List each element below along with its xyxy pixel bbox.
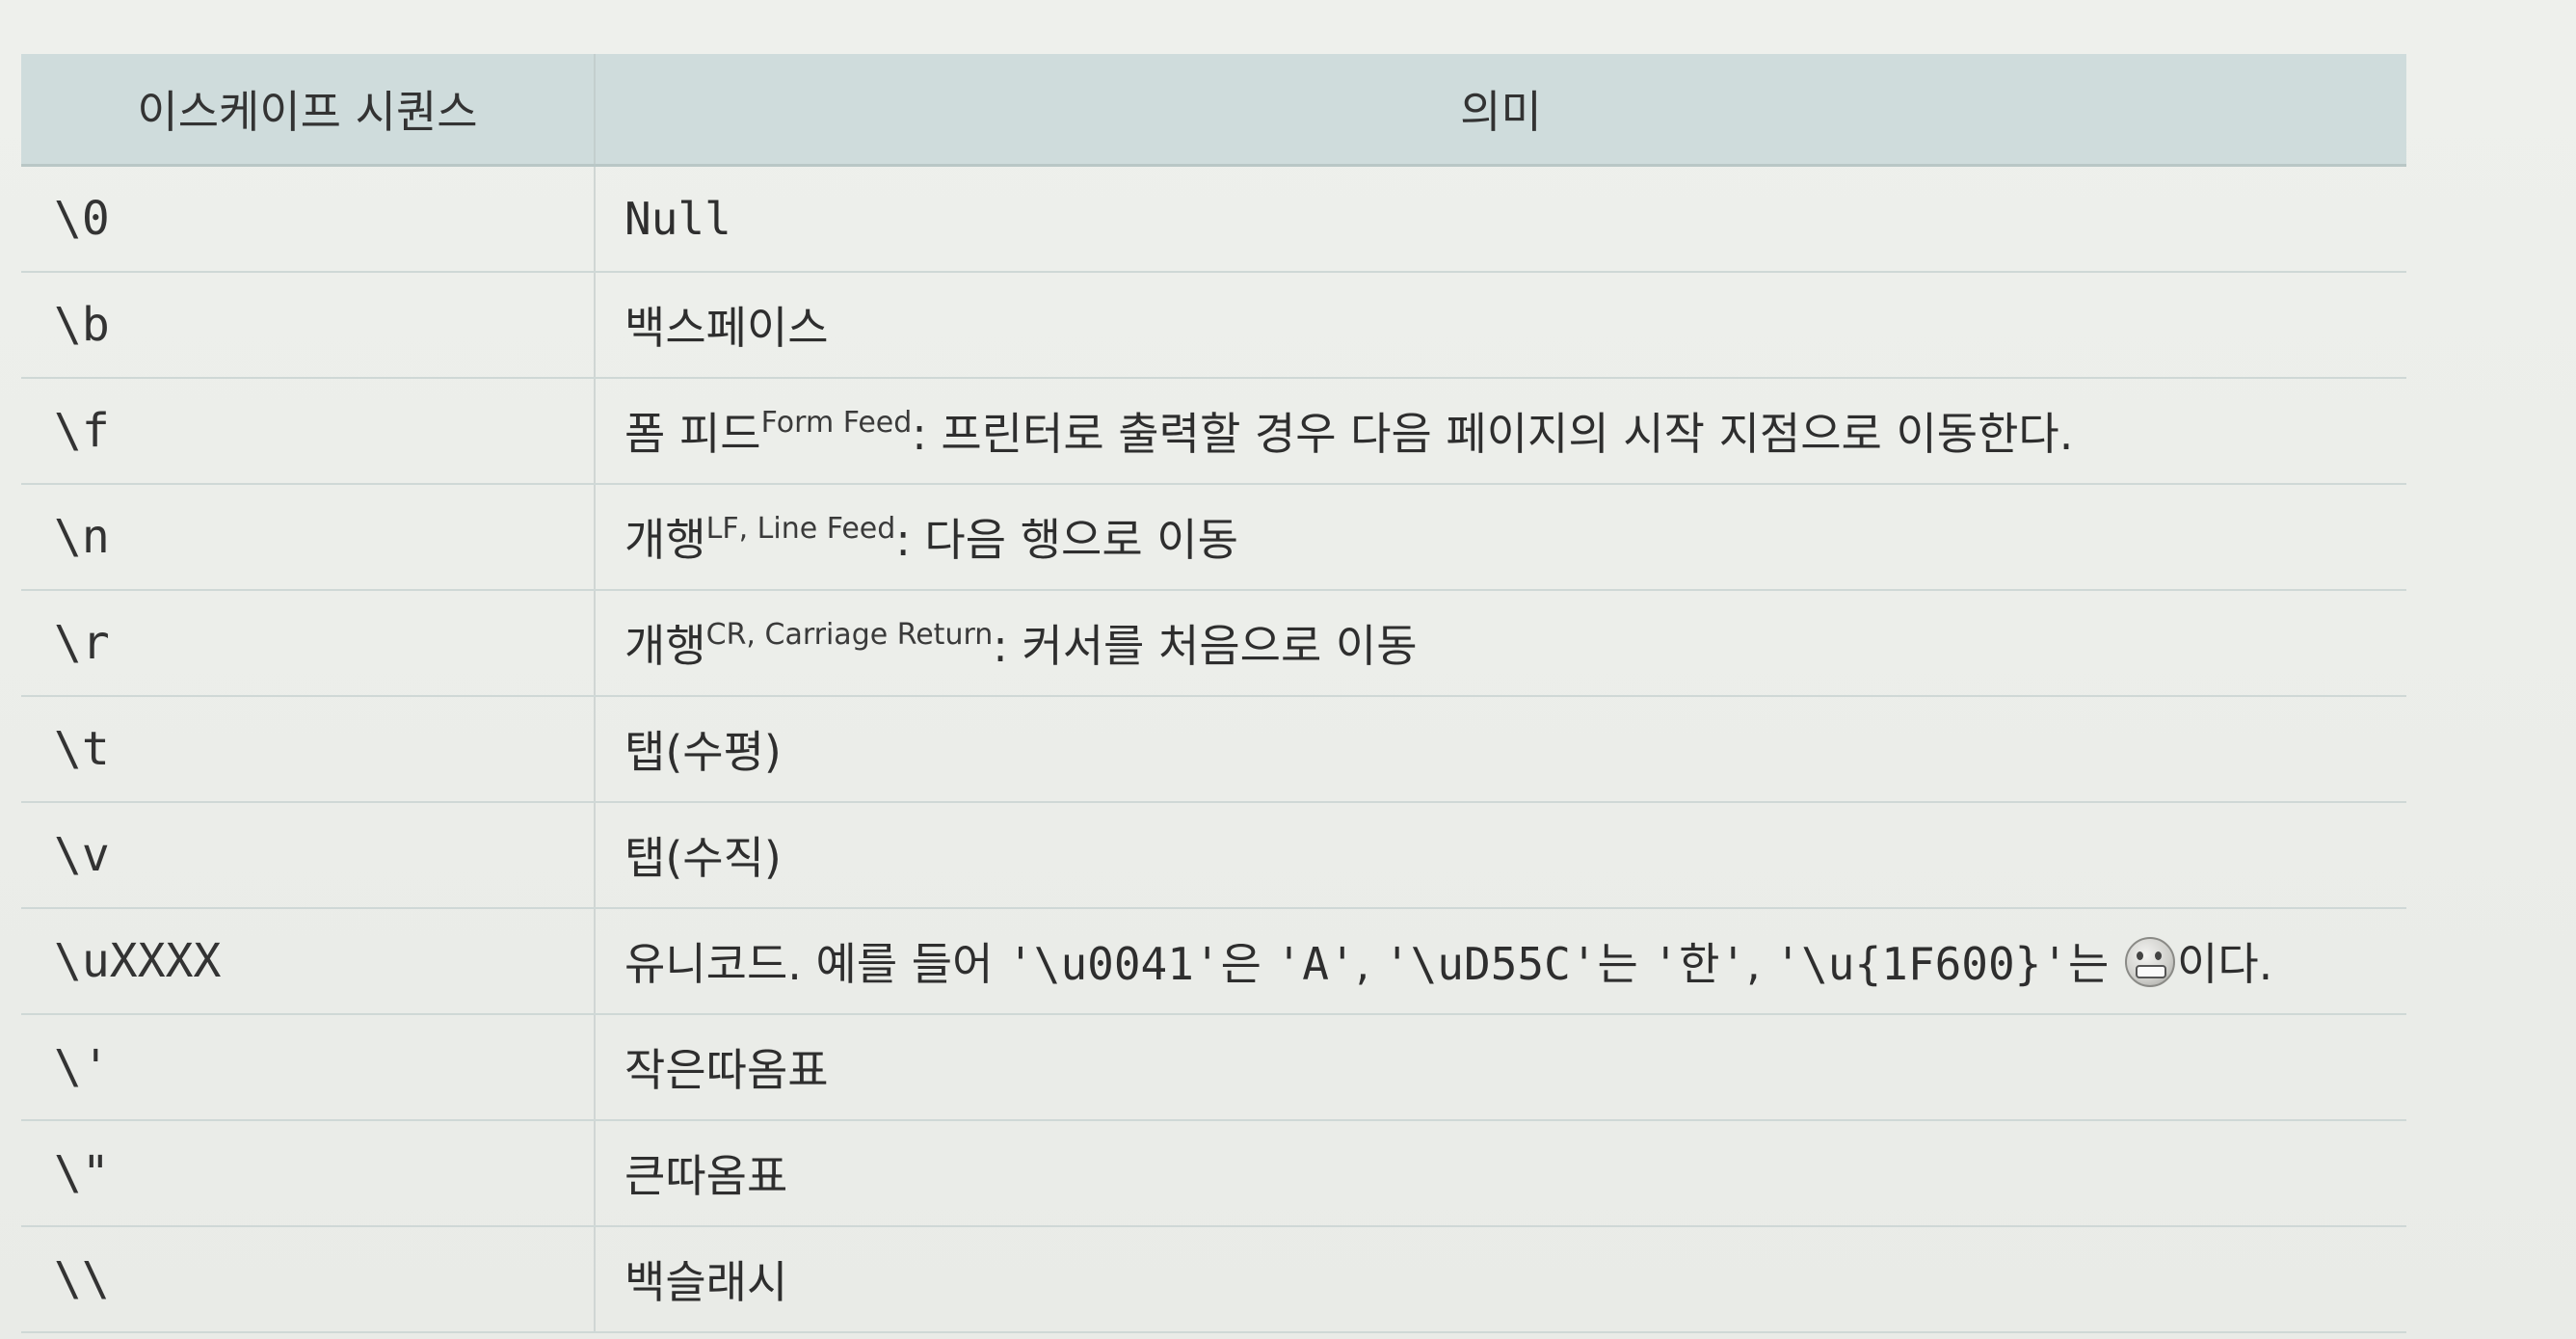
- grinning-face-emoji-icon: [2125, 937, 2175, 987]
- table-row: \uXXXX 유니코드. 예를 들어 '\u0041'은 'A', '\uD55…: [21, 908, 2406, 1015]
- table-row: \0 Null: [21, 165, 2406, 273]
- table-row: \v 탭(수직): [21, 802, 2406, 909]
- english-term-note: LF, Line Feed: [705, 512, 896, 546]
- meaning-text: ,: [1355, 938, 1384, 990]
- escape-sequence-cell: \n: [21, 484, 596, 591]
- table-row: \b 백스페이스: [21, 272, 2406, 379]
- meaning-text: 유니코드. 예를 들어: [624, 938, 1008, 990]
- meaning-text: ,: [1746, 938, 1775, 990]
- escape-sequence-cell: \\: [21, 1226, 596, 1333]
- escape-sequence-table: 이스케이프 시퀀스 의미 \0 Null \b 백스페이스 \f 폼 피드For…: [21, 54, 2406, 1333]
- table-row: \f 폼 피드Form Feed: 프린터로 출력할 경우 다음 페이지의 시작…: [21, 378, 2406, 485]
- meaning-cell: 큰따옴표: [595, 1120, 2406, 1227]
- code-literal: '\u0041': [1007, 938, 1221, 990]
- code-literal: 'A': [1275, 938, 1356, 990]
- meaning-cell: 폼 피드Form Feed: 프린터로 출력할 경우 다음 페이지의 시작 지점…: [595, 378, 2406, 485]
- escape-sequence-cell: \r: [21, 590, 596, 697]
- table-row: \' 작은따옴표: [21, 1014, 2406, 1121]
- escape-sequence-cell: \": [21, 1120, 596, 1227]
- escape-sequence-cell: \f: [21, 378, 596, 485]
- meaning-text: 는: [2068, 938, 2123, 990]
- table-header-row: 이스케이프 시퀀스 의미: [21, 54, 2406, 167]
- english-term-note: CR, Carriage Return: [705, 618, 994, 652]
- meaning-text: : 다음 행으로 이동: [895, 514, 1238, 566]
- escape-sequence-cell: \': [21, 1014, 596, 1121]
- meaning-cell: 탭(수직): [595, 802, 2406, 909]
- english-term-note: Form Feed: [760, 406, 913, 440]
- escape-sequence-cell: \uXXXX: [21, 908, 596, 1015]
- meaning-cell: 유니코드. 예를 들어 '\u0041'은 'A', '\uD55C'는 '한'…: [595, 908, 2406, 1015]
- code-literal: '\uD55C': [1383, 938, 1598, 990]
- table-row: \t 탭(수평): [21, 696, 2406, 803]
- meaning-text: : 프린터로 출력할 경우 다음 페이지의 시작 지점으로 이동한다.: [912, 408, 2074, 460]
- header-escape-sequence: 이스케이프 시퀀스: [21, 54, 596, 167]
- escape-sequence-cell: \t: [21, 696, 596, 803]
- meaning-text: 는: [1597, 938, 1653, 990]
- page-background: 이스케이프 시퀀스 의미 \0 Null \b 백스페이스 \f 폼 피드For…: [0, 0, 2576, 1339]
- code-literal: '\u{1F600}': [1774, 938, 2069, 990]
- table-row: \r 개행CR, Carriage Return: 커서를 처음으로 이동: [21, 590, 2406, 697]
- meaning-text: : 커서를 처음으로 이동: [993, 620, 1418, 672]
- meaning-cell: 개행CR, Carriage Return: 커서를 처음으로 이동: [595, 590, 2406, 697]
- meaning-text: 폼 피드: [624, 408, 761, 460]
- meaning-text: 은: [1220, 938, 1276, 990]
- meaning-cell: 작은따옴표: [595, 1014, 2406, 1121]
- meaning-cell: 탭(수평): [595, 696, 2406, 803]
- escape-sequence-cell: \b: [21, 272, 596, 379]
- code-literal: '한': [1652, 938, 1747, 990]
- table-row: \n 개행LF, Line Feed: 다음 행으로 이동: [21, 484, 2406, 591]
- escape-sequence-cell: \0: [21, 165, 596, 273]
- meaning-cell: 백스페이스: [595, 272, 2406, 379]
- meaning-text: 개행: [624, 620, 706, 672]
- table-row: \" 큰따옴표: [21, 1120, 2406, 1227]
- meaning-text: 개행: [624, 514, 706, 566]
- table-row: \\ 백슬래시: [21, 1226, 2406, 1333]
- escape-sequence-cell: \v: [21, 802, 596, 909]
- meaning-cell: 개행LF, Line Feed: 다음 행으로 이동: [595, 484, 2406, 591]
- meaning-cell: 백슬래시: [595, 1226, 2406, 1333]
- meaning-cell: Null: [595, 165, 2406, 273]
- meaning-text: 이다.: [2177, 938, 2273, 990]
- header-meaning: 의미: [595, 54, 2406, 167]
